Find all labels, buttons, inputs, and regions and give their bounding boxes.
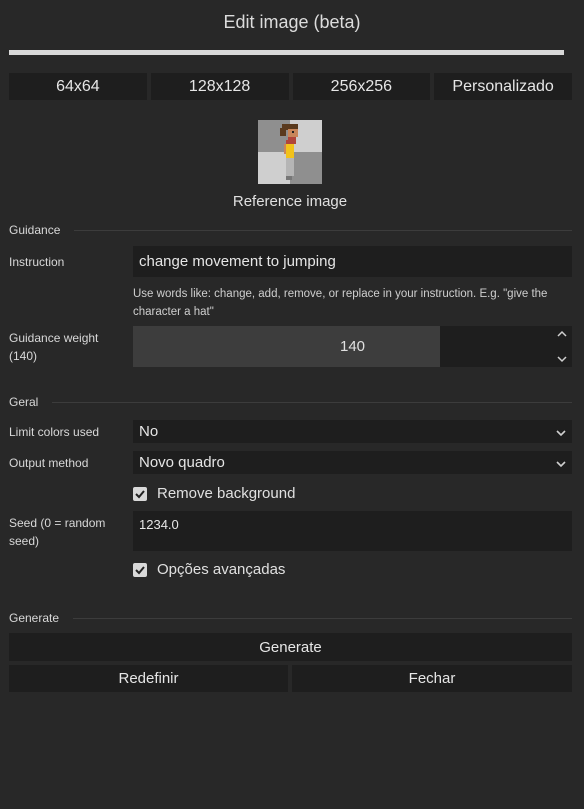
close-button[interactable]: Fechar [292,665,572,692]
limit-colors-select[interactable]: No [133,420,572,443]
instruction-label: Instruction [9,255,65,269]
guidance-weight-slider[interactable]: 140 [133,326,572,367]
geral-section-header: Geral [9,395,572,409]
advanced-options-checkbox[interactable] [133,562,147,577]
size-128-button[interactable]: 128x128 [150,73,289,100]
section-divider [73,617,572,619]
remove-background-checkbox[interactable] [133,486,147,501]
section-divider [52,401,572,403]
output-method-label: Output method [9,456,89,470]
generate-section-label: Generate [9,611,60,625]
chevron-up-icon[interactable] [556,326,568,342]
seed-input[interactable]: 1234.0 [133,511,572,551]
progress-bar [9,50,564,55]
remove-background-option[interactable]: Remove background [133,485,295,502]
guidance-weight-label: Guidance weight (140) [9,331,99,363]
guidance-section-header: Guidance [9,223,572,237]
chevron-down-icon[interactable] [556,352,568,366]
seed-label: Seed (0 = random seed) [9,516,106,548]
generate-button[interactable]: Generate [9,633,572,661]
reference-image-caption: Reference image [232,193,348,210]
output-method-value: Novo quadro [139,454,225,471]
size-256-button[interactable]: 256x256 [292,73,431,100]
advanced-options-toggle[interactable]: Opções avançadas [133,561,285,578]
output-method-select[interactable]: Novo quadro [133,451,572,474]
chevron-down-icon [555,426,567,438]
size-64-button[interactable]: 64x64 [9,73,147,100]
reset-button[interactable]: Redefinir [9,665,288,692]
limit-colors-value: No [139,423,159,440]
size-button-row: 64x64 128x128 256x256 Personalizado [9,73,572,100]
section-divider [74,229,572,231]
guidance-weight-value: 140 [339,338,366,355]
progress-fill [9,50,564,55]
instruction-input[interactable]: change movement to jumping [133,246,572,277]
instruction-hint: Use words like: change, add, remove, or … [133,288,548,318]
chevron-down-icon [555,457,567,469]
remove-background-label: Remove background [157,485,296,502]
guidance-section-label: Guidance [9,223,61,237]
limit-colors-label: Limit colors used [9,425,100,439]
reference-image [258,120,322,184]
advanced-options-label: Opções avançadas [157,561,286,578]
size-custom-button[interactable]: Personalizado [434,73,572,100]
geral-section-label: Geral [9,395,39,409]
generate-section-header: Generate [9,611,572,625]
dialog-title: Edit image (beta) [223,12,361,32]
